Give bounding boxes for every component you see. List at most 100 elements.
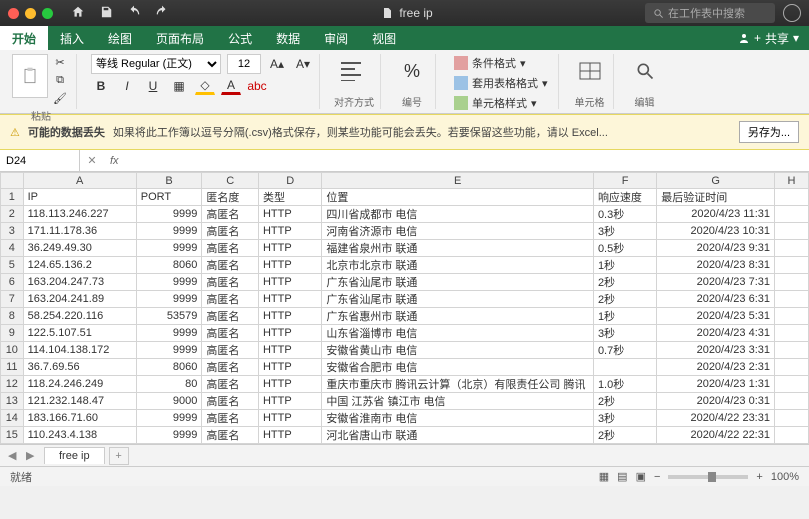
cell[interactable]: 9999 bbox=[136, 223, 202, 240]
tab-formula[interactable]: 公式 bbox=[216, 26, 264, 50]
cell[interactable]: 2秒 bbox=[593, 427, 656, 444]
feedback-icon[interactable] bbox=[783, 4, 801, 22]
cell[interactable]: HTTP bbox=[258, 376, 321, 393]
cell[interactable]: 114.104.138.172 bbox=[23, 342, 136, 359]
cell[interactable]: HTTP bbox=[258, 359, 321, 376]
cell[interactable] bbox=[774, 223, 808, 240]
cell[interactable]: 高匿名 bbox=[202, 376, 259, 393]
cell[interactable]: 2020/4/22 21:31 bbox=[657, 444, 775, 445]
row-header[interactable]: 10 bbox=[1, 342, 24, 359]
cell[interactable]: 2020/4/23 1:31 bbox=[657, 376, 775, 393]
cell[interactable] bbox=[774, 257, 808, 274]
cell[interactable]: HTTP bbox=[258, 342, 321, 359]
table-format-button[interactable]: 套用表格格式 ▾ bbox=[450, 74, 552, 92]
cell[interactable]: 高匿名 bbox=[202, 325, 259, 342]
cell[interactable]: 山东省淄博市 电信 bbox=[322, 325, 594, 342]
cell[interactable]: 9999 bbox=[136, 427, 202, 444]
row-header[interactable]: 4 bbox=[1, 240, 24, 257]
cell[interactable]: 36.249.49.30 bbox=[23, 240, 136, 257]
cell[interactable]: 80 bbox=[136, 376, 202, 393]
cell[interactable]: 北京市北京市 联通 bbox=[322, 257, 594, 274]
cell[interactable]: 0.5秒 bbox=[593, 240, 656, 257]
col-header-C[interactable]: C bbox=[202, 173, 259, 189]
cell[interactable]: 171.11.178.36 bbox=[23, 223, 136, 240]
col-header-H[interactable]: H bbox=[774, 173, 808, 189]
minimize-window[interactable] bbox=[25, 8, 36, 19]
cell[interactable] bbox=[774, 444, 808, 445]
cell[interactable]: 安徽省淮南市 电信 bbox=[322, 410, 594, 427]
cell[interactable] bbox=[774, 274, 808, 291]
cell[interactable]: 广东省惠州市 联通 bbox=[322, 308, 594, 325]
cell[interactable]: 广东省汕尾市 联通 bbox=[322, 274, 594, 291]
cell[interactable]: HTTP bbox=[258, 291, 321, 308]
bold-button[interactable]: B bbox=[91, 77, 111, 95]
cell[interactable]: 3秒 bbox=[593, 325, 656, 342]
cell[interactable]: 重庆市重庆市 腾讯云计算（北京）有限责任公司 腾讯 bbox=[322, 376, 594, 393]
cell[interactable]: 高匿名 bbox=[202, 342, 259, 359]
row-header[interactable]: 1 bbox=[1, 189, 24, 206]
zoom-slider[interactable] bbox=[668, 475, 748, 479]
cell[interactable]: 0.7秒 bbox=[593, 342, 656, 359]
formula-input[interactable] bbox=[125, 150, 809, 171]
spreadsheet-grid[interactable]: ABCDEFGH1IPPORT匿名度类型位置响应速度最后验证时间2118.113… bbox=[0, 172, 809, 444]
cell[interactable]: IP bbox=[23, 189, 136, 206]
conditional-format-button[interactable]: 条件格式 ▾ bbox=[450, 54, 552, 72]
cell[interactable]: 1秒 bbox=[593, 308, 656, 325]
col-header-D[interactable]: D bbox=[258, 173, 321, 189]
cell[interactable] bbox=[774, 291, 808, 308]
cell[interactable]: 高匿名 bbox=[202, 257, 259, 274]
cell[interactable]: 广东省汕尾市 联通 bbox=[322, 291, 594, 308]
cancel-formula-icon[interactable]: ✕ bbox=[80, 154, 104, 167]
save-as-button[interactable]: 另存为... bbox=[739, 121, 799, 143]
redo-icon[interactable] bbox=[155, 5, 169, 22]
cell[interactable]: 2020/4/22 22:31 bbox=[657, 427, 775, 444]
editing-icon[interactable] bbox=[628, 54, 662, 88]
cell[interactable]: 53579 bbox=[136, 308, 202, 325]
cell[interactable]: 2020/4/22 23:31 bbox=[657, 410, 775, 427]
tab-view[interactable]: 视图 bbox=[360, 26, 408, 50]
row-header[interactable]: 9 bbox=[1, 325, 24, 342]
col-header-E[interactable]: E bbox=[322, 173, 594, 189]
tab-data[interactable]: 数据 bbox=[264, 26, 312, 50]
tab-insert[interactable]: 插入 bbox=[48, 26, 96, 50]
sheet-nav-prev[interactable]: ◀ bbox=[8, 449, 22, 462]
cell[interactable] bbox=[774, 206, 808, 223]
cell[interactable]: 118.24.246.249 bbox=[23, 376, 136, 393]
col-header-B[interactable]: B bbox=[136, 173, 202, 189]
decrease-font-icon[interactable]: A▾ bbox=[293, 55, 313, 73]
cell[interactable]: 121.232.148.47 bbox=[23, 393, 136, 410]
cell[interactable]: 高匿名 bbox=[202, 206, 259, 223]
cell[interactable]: 2020/4/23 8:31 bbox=[657, 257, 775, 274]
cell[interactable]: 124.65.136.2 bbox=[23, 257, 136, 274]
cell[interactable]: 高匿名 bbox=[202, 308, 259, 325]
cell[interactable]: 高匿名 bbox=[202, 240, 259, 257]
cell[interactable]: 124.65.136.2 bbox=[23, 444, 136, 445]
name-box[interactable] bbox=[0, 150, 80, 171]
font-size-input[interactable] bbox=[227, 54, 261, 74]
copy-icon[interactable]: ⧉ bbox=[50, 72, 70, 88]
row-header[interactable]: 5 bbox=[1, 257, 24, 274]
tab-layout[interactable]: 页面布局 bbox=[144, 26, 216, 50]
cell[interactable]: 类型 bbox=[258, 189, 321, 206]
cell[interactable]: 响应速度 bbox=[593, 189, 656, 206]
fx-icon[interactable]: fx bbox=[104, 155, 125, 167]
cell[interactable]: 高匿名 bbox=[202, 444, 259, 445]
cell[interactable]: 高匿名 bbox=[202, 291, 259, 308]
cell[interactable]: HTTP bbox=[258, 240, 321, 257]
cell[interactable]: 9999 bbox=[136, 274, 202, 291]
row-header[interactable]: 12 bbox=[1, 376, 24, 393]
cell[interactable]: PORT bbox=[136, 189, 202, 206]
underline-button[interactable]: U bbox=[143, 77, 163, 95]
home-icon[interactable] bbox=[71, 5, 85, 22]
cell[interactable]: 安徽省黄山市 电信 bbox=[322, 342, 594, 359]
cell[interactable] bbox=[774, 325, 808, 342]
italic-button[interactable]: I bbox=[117, 77, 137, 95]
row-header[interactable]: 14 bbox=[1, 410, 24, 427]
cell[interactable]: 2020/4/23 11:31 bbox=[657, 206, 775, 223]
cell[interactable] bbox=[774, 410, 808, 427]
cell[interactable]: HTTP bbox=[258, 308, 321, 325]
cell[interactable]: 1秒 bbox=[593, 257, 656, 274]
cell[interactable]: 0.3秒 bbox=[593, 206, 656, 223]
row-header[interactable]: 13 bbox=[1, 393, 24, 410]
view-normal-icon[interactable]: ▦ bbox=[599, 470, 609, 483]
